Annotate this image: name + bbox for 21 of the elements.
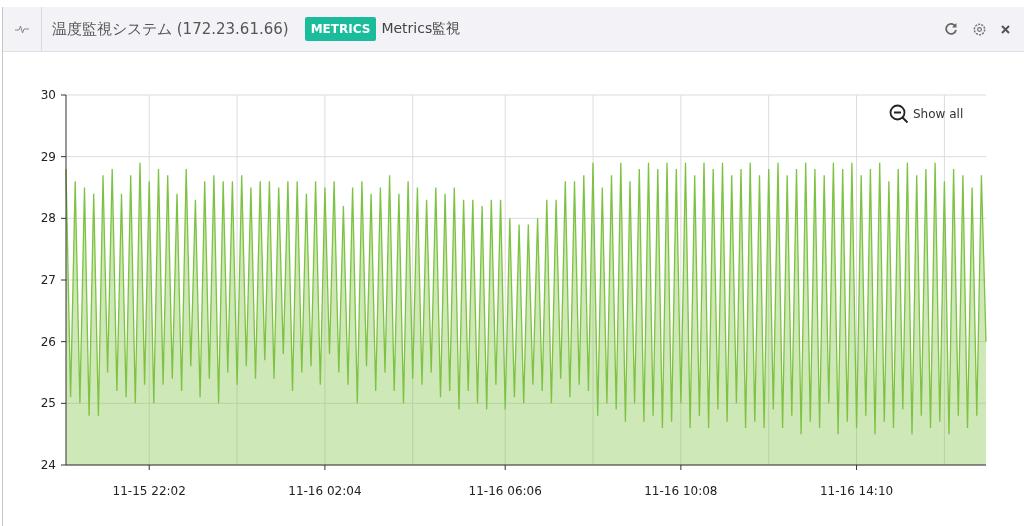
close-icon[interactable] bbox=[1001, 24, 1010, 34]
x-axis-label: 11-16 10:08 bbox=[644, 484, 718, 498]
y-axis-label: 24 bbox=[40, 458, 56, 472]
panel-subtitle: Metrics監視 bbox=[381, 20, 461, 38]
settings-icon[interactable] bbox=[972, 21, 987, 37]
zoom-out-icon bbox=[889, 104, 909, 124]
x-axis-label: 11-16 06:06 bbox=[468, 484, 542, 498]
y-axis-label: 28 bbox=[40, 211, 56, 226]
pulse-icon bbox=[15, 24, 29, 34]
y-axis-label: 25 bbox=[40, 396, 56, 411]
x-axis-label: 11-16 14:10 bbox=[819, 484, 894, 498]
panel-title: 温度監視システム (172.23.61.66) bbox=[52, 19, 289, 39]
y-axis-label: 27 bbox=[40, 273, 56, 287]
y-axis-label: 30 bbox=[40, 88, 56, 102]
refresh-icon[interactable] bbox=[944, 22, 958, 36]
x-axis-label: 11-16 02:04 bbox=[288, 484, 362, 498]
y-axis-label: 29 bbox=[40, 149, 56, 164]
x-axis-label: 11-15 22:02 bbox=[112, 484, 186, 498]
y-axis-label: 26 bbox=[40, 334, 56, 349]
metrics-tag: METRICS bbox=[304, 17, 377, 41]
show-all-button[interactable]: Show all bbox=[889, 104, 964, 124]
